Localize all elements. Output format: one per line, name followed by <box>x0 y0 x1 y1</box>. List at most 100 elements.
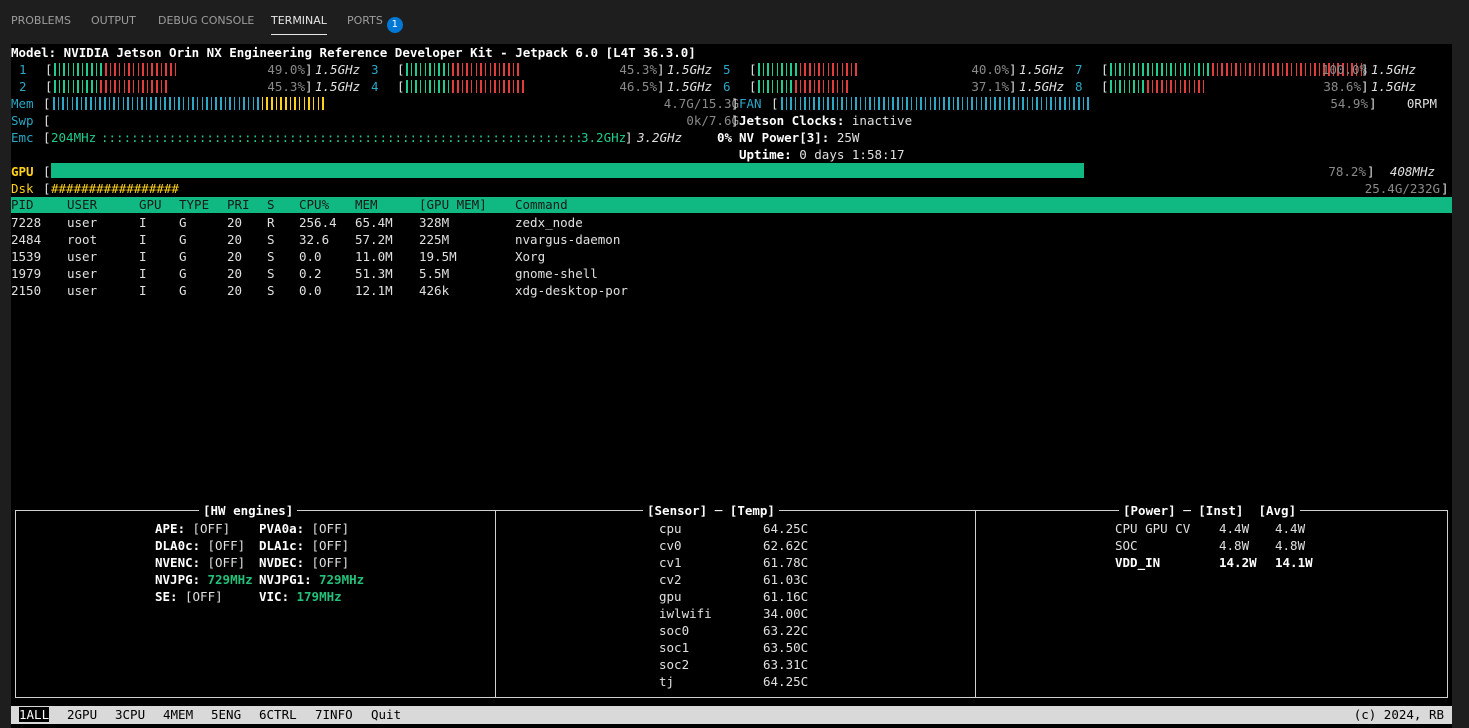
bar-tick <box>832 80 834 93</box>
bar-tick <box>303 97 306 110</box>
bar-tick <box>252 97 255 110</box>
function-key-label: MEM <box>170 707 194 722</box>
uptime-value: 0 days 1:58:17 <box>799 147 905 162</box>
bar-tick <box>105 80 107 93</box>
bar-tick <box>804 63 806 76</box>
bar-tick <box>457 63 459 76</box>
bar-tick <box>845 97 848 110</box>
bar-tick <box>503 80 505 93</box>
hw-engine-value: 729MHz <box>207 572 253 587</box>
bar-tick <box>910 97 913 110</box>
bar-tick <box>1114 80 1117 93</box>
bar-tick <box>150 97 152 110</box>
tab-ports[interactable]: PORTS 1 <box>347 14 403 33</box>
power-title: [Power] ─ [Inst] [Avg] <box>1119 502 1301 519</box>
tab-output[interactable]: OUTPUT <box>91 14 136 27</box>
tab-debug-console[interactable]: DEBUG CONSOLE <box>158 14 254 27</box>
power-title-power: [Power] <box>1123 503 1176 518</box>
bar-tick <box>1026 97 1029 110</box>
process-cell: 0.2 <box>299 266 322 281</box>
hw-engine-label: DLA1c: <box>259 538 305 553</box>
bar-tick <box>1193 80 1196 93</box>
bar-tick <box>415 80 417 93</box>
bar-tick <box>1249 63 1251 76</box>
bar-tick <box>489 80 492 93</box>
bar-tick <box>785 80 788 93</box>
function-key-all[interactable]: 1ALL <box>19 706 50 724</box>
terminal-view[interactable]: Model: NVIDIA Jetson Orin NX Engineering… <box>11 44 1452 728</box>
nv-power: NV Power[3]: 25W <box>739 129 859 146</box>
bar-tick <box>57 97 60 110</box>
function-key-number: 5 <box>211 707 219 722</box>
cpu-bracket-open: [ <box>1101 79 1109 94</box>
bar-tick <box>827 63 830 76</box>
bar-tick <box>943 97 945 110</box>
bar-tick <box>1017 97 1020 110</box>
function-key-info[interactable]: 7INFO <box>315 706 353 724</box>
bar-tick <box>1193 63 1196 76</box>
bar-tick <box>822 97 825 110</box>
process-cell: 1979 <box>11 266 42 281</box>
function-key-mem[interactable]: 4MEM <box>163 706 193 724</box>
bar-tick <box>438 63 440 76</box>
function-key-label: CTRL <box>266 707 297 722</box>
hw-engine-label: APE: <box>155 521 186 536</box>
bar-tick <box>1013 97 1015 110</box>
tab-terminal[interactable]: TERMINAL <box>271 14 327 35</box>
bar-tick <box>762 80 765 93</box>
bar-tick <box>892 97 894 110</box>
bar-tick <box>758 80 760 93</box>
hw-engine-value: [OFF] <box>207 538 246 553</box>
bar-tick <box>999 97 1001 110</box>
function-key-ctrl[interactable]: 6CTRL <box>259 706 297 724</box>
bar-tick <box>95 80 98 93</box>
fan-bracket-open: [ <box>771 96 779 111</box>
bar-tick <box>841 80 844 93</box>
cpu-freq: 1.5GHz <box>315 62 361 77</box>
column-header: S <box>267 197 275 212</box>
bar-tick <box>836 97 839 110</box>
bar-tick <box>1161 80 1163 93</box>
mem-value: 4.7G/15.3G <box>663 96 739 111</box>
tab-problems[interactable]: PROBLEMS <box>11 14 71 27</box>
bar-tick <box>122 97 125 110</box>
gpu-freq: 408MHz <box>1389 164 1435 179</box>
bar-tick <box>85 97 87 110</box>
bar-tick <box>173 97 176 110</box>
bar-tick <box>90 97 92 110</box>
bar-tick <box>1040 97 1043 110</box>
function-key-gpu[interactable]: 2GPU <box>67 706 97 724</box>
bar-tick <box>145 97 148 110</box>
uptime: Uptime: 0 days 1:58:17 <box>739 146 905 163</box>
bar-tick <box>118 63 121 76</box>
column-header: Command <box>515 197 568 212</box>
bar-tick <box>91 63 93 76</box>
cpu-id: 6 <box>723 79 731 94</box>
bar-tick <box>433 80 436 93</box>
bar-tick <box>1188 80 1191 93</box>
cpu-bracket-open: [ <box>397 79 405 94</box>
function-key-quit[interactable]: Quit <box>371 706 401 724</box>
process-cell: 20 <box>227 283 243 298</box>
bar-tick <box>1119 80 1121 93</box>
function-key-cpu[interactable]: 3CPU <box>115 706 145 724</box>
sensor-name: soc1 <box>659 640 690 655</box>
nv-power-value: 25W <box>836 130 860 145</box>
bar-tick <box>1235 63 1237 76</box>
bar-tick <box>146 80 149 93</box>
process-cell: 2150 <box>11 283 42 298</box>
nv-power-label: NV Power[3]: <box>739 130 830 145</box>
bar-tick <box>1147 63 1149 76</box>
function-key-eng[interactable]: 5ENG <box>211 706 241 724</box>
hw-engine-label: PVA0a: <box>259 521 305 536</box>
bar-tick <box>419 80 422 93</box>
process-cell: 19.5M <box>419 249 457 264</box>
process-cell: G <box>179 215 187 230</box>
bar-tick <box>781 97 783 110</box>
process-cell: xdg-desktop-por <box>515 283 628 298</box>
bar-tick <box>508 80 510 93</box>
bar-tick <box>1128 63 1131 76</box>
cpu-usage-bar <box>54 61 179 78</box>
process-cell: 12.1M <box>355 283 393 298</box>
bar-tick <box>201 97 203 110</box>
